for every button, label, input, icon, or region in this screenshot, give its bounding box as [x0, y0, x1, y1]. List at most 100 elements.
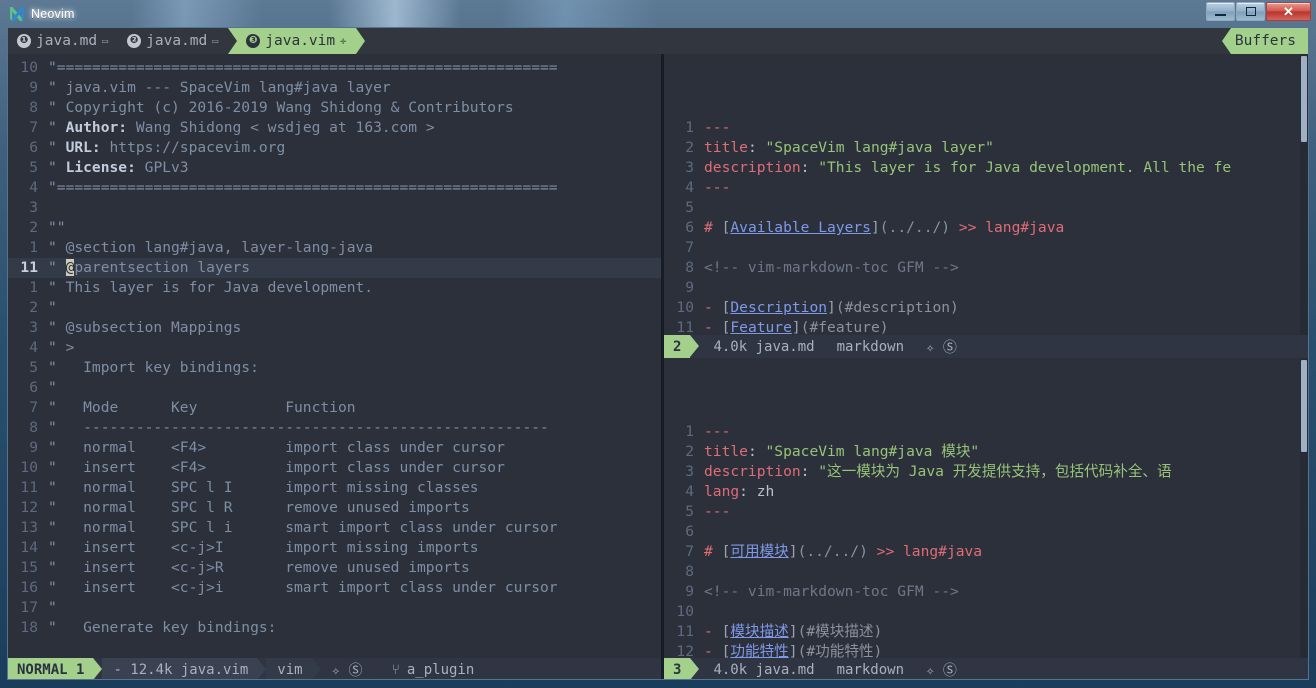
tab-separator-arrow — [356, 28, 366, 54]
line-number: 17 — [20, 599, 38, 616]
line-number: 2 — [29, 299, 38, 316]
line-text: " normal <F4> import class under cursor — [48, 439, 505, 456]
line-number: 6 — [685, 219, 694, 236]
statusline-arrow — [371, 658, 381, 679]
code-token: (#功能特性) — [797, 643, 883, 658]
buffer-line: 5 — [664, 198, 1308, 218]
window-controls: ✕ — [1206, 2, 1311, 21]
buffers-label[interactable]: Buffers — [1230, 28, 1308, 54]
line-number: 3 — [685, 463, 694, 480]
minimize-button[interactable] — [1206, 2, 1235, 21]
buffer-line: 12 " normal SPC l R remove unused imports — [8, 498, 661, 518]
statusline-icons: ✧ Ⓢ — [320, 658, 372, 679]
line-number: 9 — [29, 79, 38, 96]
buffer-line: 13 " normal SPC l i smart import class un… — [8, 518, 661, 538]
statusline-icons: ✧ Ⓢ — [926, 662, 957, 679]
tab-separator-arrow — [228, 28, 238, 54]
line-text: " @parentsection layers — [48, 259, 251, 276]
markdown-link: 功能特性 — [730, 643, 789, 658]
line-text: title: "SpaceVim lang#java 模块" — [704, 443, 979, 460]
statusline-filetype: vim — [266, 658, 312, 679]
line-text: "=======================================… — [48, 179, 558, 196]
buffer-line: 4 lang: zh — [664, 482, 1308, 502]
line-text: " Mode Key Function — [48, 399, 356, 416]
code-token: : — [747, 139, 766, 156]
line-text: " normal SPC l I import missing classes — [48, 479, 479, 496]
tab-number-badge: ❶ — [17, 34, 31, 48]
maximize-button[interactable] — [1236, 2, 1265, 21]
line-text: "=======================================… — [48, 59, 558, 76]
right-top-buffer-text[interactable]: 1 --- 2 title: "SpaceVim lang#java layer" 3 d… — [664, 54, 1308, 335]
line-text: " Import key bindings: — [48, 359, 259, 376]
statusline-info: 4.0k java.md markdown ✧ Ⓢ — [699, 658, 966, 679]
buffers-label-arrow — [1221, 28, 1231, 54]
line-text: " Author: Wang Shidong < wsdjeg at 163.c… — [48, 119, 435, 136]
titlebar: Neovim ✕ — [0, 0, 1316, 27]
left-buffer-text[interactable]: 10 "=====================================… — [8, 54, 661, 658]
line-number: 12 — [676, 643, 694, 658]
buffer-line: 5 --- — [664, 502, 1308, 522]
statusline-filler — [965, 658, 1308, 679]
tab-buffer-2[interactable]: ❷ java.md ▭ — [118, 28, 229, 54]
line-number: 7 — [685, 239, 694, 256]
line-number: 4 — [685, 179, 694, 196]
code-token: zh — [756, 483, 775, 500]
buffer-line: 2 title: "SpaceVim lang#java 模块" — [664, 442, 1308, 462]
maximize-icon — [1245, 7, 1256, 16]
scrollbar-thumb[interactable] — [1301, 56, 1307, 142]
buffer-line: 4 " > — [8, 338, 661, 358]
tabline-filler — [365, 28, 1222, 54]
line-number: 16 — [20, 579, 38, 596]
left-statusline: NORMAL 1 - 12.4k java.vim vim ✧ Ⓢ ⑂ a_pl… — [8, 658, 661, 679]
buffer-line: 10 "=====================================… — [8, 58, 661, 78]
tab-modified-icon: ▭ — [102, 35, 108, 47]
line-number: 10 — [676, 603, 694, 620]
code-token: : — [747, 443, 766, 460]
buffer-line: 9 — [664, 278, 1308, 298]
code-token: "This layer is for Java development. All… — [818, 159, 1232, 176]
code-token: "SpaceVim lang#java layer" — [765, 139, 994, 156]
right-bottom-scrollbar[interactable] — [1300, 358, 1308, 658]
line-number: 10 — [676, 299, 694, 316]
line-number: 1 — [685, 119, 694, 136]
buffer-line: 2 "" — [8, 218, 661, 238]
buffer-line: 9 " normal <F4> import class under cursor — [8, 438, 661, 458]
line-number: 4 — [685, 483, 694, 500]
buffer-line: 1 --- — [664, 422, 1308, 442]
code-token: # — [704, 543, 722, 560]
right-top-scrollbar[interactable] — [1300, 54, 1308, 335]
statusline-info: 4.0k java.md markdown ✧ Ⓢ — [699, 335, 966, 358]
line-text: " @subsection Mappings — [48, 319, 242, 336]
code-token: - — [704, 643, 722, 658]
buffer-line: 15 " insert <c-j>R remove unused imports — [8, 558, 661, 578]
statusline-mode-arrow — [690, 335, 700, 357]
code-token: <!-- vim-markdown-toc GFM --> — [704, 259, 959, 276]
tab-modified-icon: ▭ — [212, 35, 218, 47]
scrollbar-thumb[interactable] — [1301, 360, 1307, 452]
line-text: - [Feature](#feature) — [704, 319, 889, 335]
close-button[interactable]: ✕ — [1266, 2, 1311, 21]
line-number: 2 — [685, 139, 694, 156]
window-title: Neovim — [31, 6, 75, 21]
tabline: ❶ java.md ▭ ❷ java.md ▭ ❸ java.vim ✛ Buf… — [8, 28, 1308, 54]
code-token: --- — [704, 119, 731, 136]
line-number: 7 — [29, 119, 38, 136]
line-text: " — [48, 299, 57, 316]
line-number: 3 — [29, 319, 38, 336]
editor-splits: 10 "=====================================… — [8, 54, 1308, 679]
line-number: 5 — [685, 503, 694, 520]
buffer-line: 6 " URL: https://spacevim.org — [8, 138, 661, 158]
right-windows: 1 --- 2 title: "SpaceVim lang#java layer" 3 d… — [664, 54, 1308, 679]
tab-buffer-3[interactable]: ❸ java.vim ✛ — [237, 28, 357, 54]
code-token: ] — [791, 319, 801, 335]
line-text: " Generate key bindings: — [48, 619, 277, 636]
code-token: (#feature) — [800, 319, 889, 335]
statusline-window-number: 3 — [664, 658, 691, 679]
code-token: --- — [704, 423, 731, 440]
right-bottom-buffer-text[interactable]: 1 --- 2 title: "SpaceVim lang#java 模块" 3 desc… — [664, 358, 1308, 658]
buffer-line: 7 " Author: Wang Shidong < wsdjeg at 163.… — [8, 118, 661, 138]
line-text: " URL: https://spacevim.org — [48, 139, 286, 156]
tab-number-badge: ❷ — [127, 34, 142, 48]
tab-buffer-1[interactable]: ❶ java.md ▭ — [8, 28, 119, 54]
